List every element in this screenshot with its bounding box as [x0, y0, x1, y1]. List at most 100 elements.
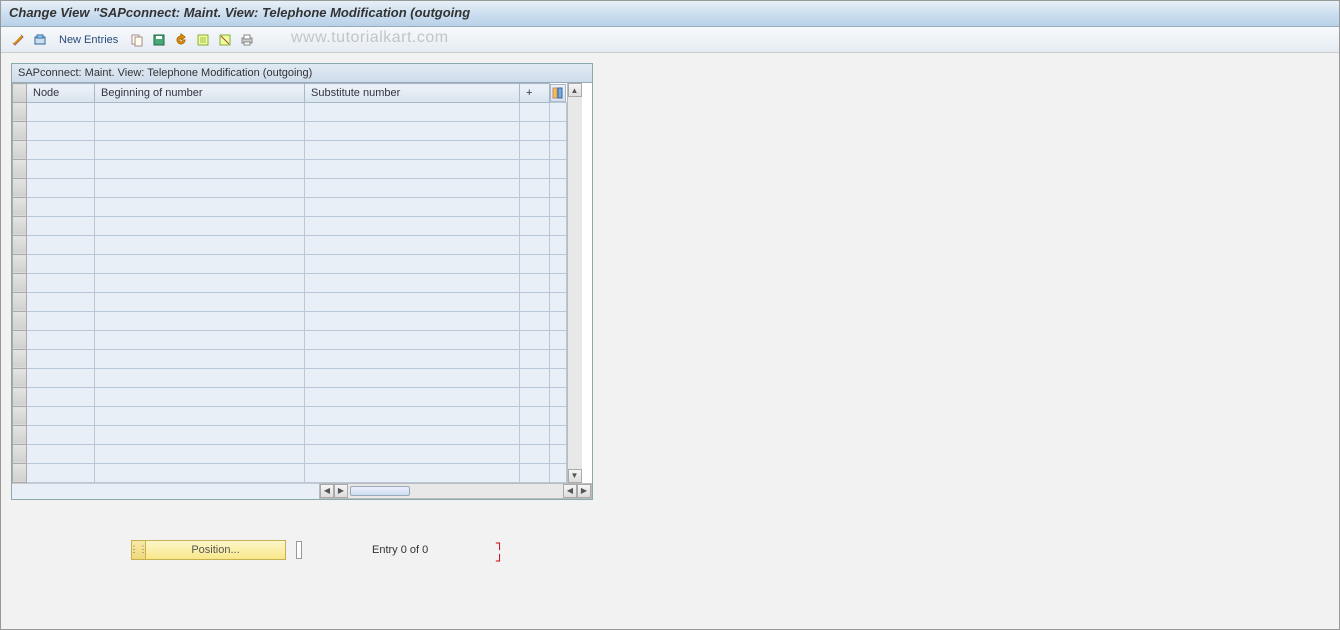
row-selector[interactable]: [13, 444, 27, 463]
cell-beginning[interactable]: [95, 121, 305, 140]
cell-substitute[interactable]: [305, 216, 520, 235]
cell-substitute[interactable]: [305, 159, 520, 178]
cell-beginning[interactable]: [95, 330, 305, 349]
print-icon[interactable]: [238, 31, 256, 49]
cell-substitute[interactable]: [305, 254, 520, 273]
table-row[interactable]: [13, 197, 567, 216]
cell-beginning[interactable]: [95, 444, 305, 463]
cell-plus[interactable]: [520, 140, 550, 159]
undo-icon[interactable]: [172, 31, 190, 49]
cell-substitute[interactable]: [305, 273, 520, 292]
cell-node[interactable]: [27, 121, 95, 140]
row-selector[interactable]: [13, 102, 27, 121]
table-row[interactable]: [13, 159, 567, 178]
cell-beginning[interactable]: [95, 216, 305, 235]
new-entries-button[interactable]: New Entries: [53, 32, 124, 48]
cell-beginning[interactable]: [95, 273, 305, 292]
horizontal-scrollbar[interactable]: ◀ ▶ ◀ ▶: [319, 483, 592, 499]
cell-node[interactable]: [27, 349, 95, 368]
scroll-right-end-icon[interactable]: ▶: [577, 484, 591, 498]
cell-plus[interactable]: [520, 387, 550, 406]
cell-node[interactable]: [27, 197, 95, 216]
row-selector[interactable]: [13, 330, 27, 349]
table-row[interactable]: [13, 387, 567, 406]
table-row[interactable]: [13, 254, 567, 273]
cell-plus[interactable]: [520, 311, 550, 330]
column-node[interactable]: Node: [27, 84, 95, 103]
table-row[interactable]: [13, 349, 567, 368]
cell-beginning[interactable]: [95, 387, 305, 406]
row-selector[interactable]: [13, 368, 27, 387]
row-selector[interactable]: [13, 197, 27, 216]
cell-plus[interactable]: [520, 159, 550, 178]
other-view-icon[interactable]: [31, 31, 49, 49]
cell-beginning[interactable]: [95, 254, 305, 273]
cell-plus[interactable]: [520, 406, 550, 425]
cell-beginning[interactable]: [95, 102, 305, 121]
cell-substitute[interactable]: [305, 463, 520, 482]
table-row[interactable]: [13, 121, 567, 140]
cell-substitute[interactable]: [305, 330, 520, 349]
row-selector[interactable]: [13, 235, 27, 254]
deselect-all-icon[interactable]: [216, 31, 234, 49]
select-all-icon[interactable]: [194, 31, 212, 49]
table-row[interactable]: [13, 216, 567, 235]
cell-node[interactable]: [27, 368, 95, 387]
cell-plus[interactable]: [520, 178, 550, 197]
scroll-left-end-icon[interactable]: ◀: [563, 484, 577, 498]
table-row[interactable]: [13, 330, 567, 349]
cell-substitute[interactable]: [305, 368, 520, 387]
row-selector[interactable]: [13, 349, 27, 368]
row-selector[interactable]: [13, 463, 27, 482]
cell-substitute[interactable]: [305, 178, 520, 197]
cell-substitute[interactable]: [305, 425, 520, 444]
cell-beginning[interactable]: [95, 368, 305, 387]
table-row[interactable]: [13, 273, 567, 292]
cell-node[interactable]: [27, 216, 95, 235]
copy-icon[interactable]: [128, 31, 146, 49]
position-field[interactable]: [296, 541, 302, 559]
column-plus[interactable]: +: [520, 84, 550, 103]
cell-beginning[interactable]: [95, 140, 305, 159]
scroll-right-icon[interactable]: ▶: [334, 484, 348, 498]
cell-substitute[interactable]: [305, 235, 520, 254]
cell-plus[interactable]: [520, 292, 550, 311]
cell-plus[interactable]: [520, 102, 550, 121]
cell-beginning[interactable]: [95, 197, 305, 216]
cell-node[interactable]: [27, 254, 95, 273]
row-selector[interactable]: [13, 254, 27, 273]
scroll-thumb[interactable]: [350, 486, 410, 496]
row-selector[interactable]: [13, 292, 27, 311]
table-row[interactable]: [13, 406, 567, 425]
cell-substitute[interactable]: [305, 197, 520, 216]
cell-substitute[interactable]: [305, 311, 520, 330]
cell-plus[interactable]: [520, 197, 550, 216]
cell-node[interactable]: [27, 140, 95, 159]
vertical-scrollbar[interactable]: ▲ ▼: [567, 83, 582, 483]
table-row[interactable]: [13, 102, 567, 121]
cell-plus[interactable]: [520, 235, 550, 254]
cell-plus[interactable]: [520, 216, 550, 235]
cell-plus[interactable]: [520, 368, 550, 387]
column-beginning[interactable]: Beginning of number: [95, 84, 305, 103]
cell-beginning[interactable]: [95, 178, 305, 197]
cell-node[interactable]: [27, 387, 95, 406]
cell-substitute[interactable]: [305, 140, 520, 159]
cell-substitute[interactable]: [305, 406, 520, 425]
table-row[interactable]: [13, 444, 567, 463]
cell-node[interactable]: [27, 425, 95, 444]
cell-node[interactable]: [27, 159, 95, 178]
scroll-left-icon[interactable]: ◀: [320, 484, 334, 498]
cell-node[interactable]: [27, 102, 95, 121]
table-row[interactable]: [13, 425, 567, 444]
cell-plus[interactable]: [520, 121, 550, 140]
cell-beginning[interactable]: [95, 311, 305, 330]
scroll-up-icon[interactable]: ▲: [568, 83, 582, 97]
row-selector[interactable]: [13, 273, 27, 292]
cell-substitute[interactable]: [305, 292, 520, 311]
row-selector[interactable]: [13, 425, 27, 444]
cell-node[interactable]: [27, 273, 95, 292]
table-row[interactable]: [13, 178, 567, 197]
column-substitute[interactable]: Substitute number: [305, 84, 520, 103]
table-row[interactable]: [13, 235, 567, 254]
